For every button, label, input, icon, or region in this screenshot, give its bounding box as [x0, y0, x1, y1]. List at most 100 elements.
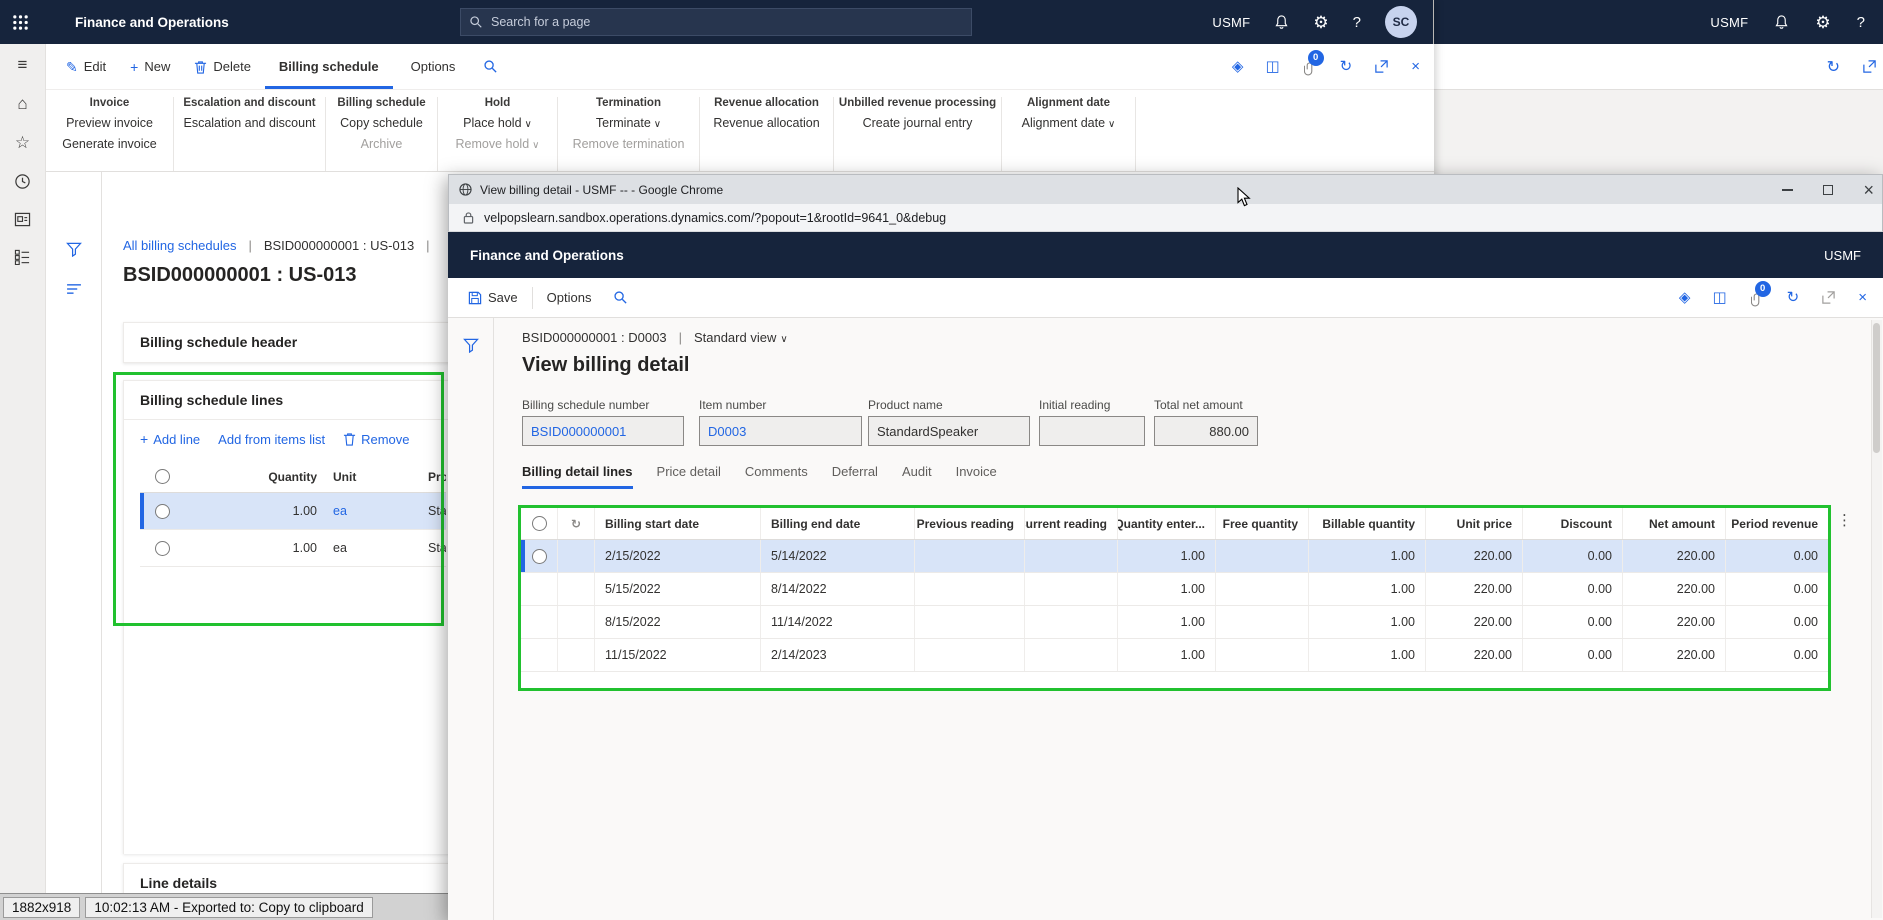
filter-funnel-icon[interactable] — [65, 242, 82, 257]
cell[interactable] — [1025, 606, 1118, 638]
cell[interactable] — [915, 573, 1025, 605]
cell[interactable]: 8/14/2022 — [761, 573, 915, 605]
column-header[interactable]: Product name — [420, 470, 446, 484]
tab-billing-detail-lines[interactable]: Billing detail lines — [522, 464, 633, 489]
modules-list-icon[interactable] — [14, 249, 31, 265]
company-badge[interactable]: USMF — [1710, 15, 1748, 30]
tab-price-detail[interactable]: Price detail — [657, 464, 721, 489]
page-search-box[interactable] — [460, 8, 972, 36]
view-selector[interactable]: Standard view ∨ — [694, 330, 788, 345]
settings-gear-icon[interactable]: ⚙ — [1313, 14, 1328, 31]
cell[interactable]: 0.00 — [1523, 639, 1623, 671]
home-icon[interactable]: ⌂ — [17, 95, 27, 112]
help-icon[interactable]: ? — [1857, 14, 1865, 31]
table-row[interactable]: 1.00 ea StandardSpeaker — [140, 493, 446, 530]
cell[interactable]: 1.00 — [1118, 606, 1216, 638]
column-header[interactable]: Current reading — [1025, 508, 1118, 539]
tab-billing-schedule[interactable]: Billing schedule — [265, 44, 393, 89]
cell[interactable] — [1025, 540, 1118, 572]
app-launcher-waffle-icon[interactable] — [12, 14, 29, 31]
create-journal-entry-button[interactable]: Create journal entry — [863, 116, 973, 130]
tab-options[interactable]: Options — [547, 290, 592, 305]
recent-clock-icon[interactable] — [14, 173, 31, 190]
cell-quantity[interactable]: 1.00 — [185, 504, 325, 518]
column-header[interactable]: Billing end date — [761, 508, 915, 539]
scrollbar[interactable] — [1871, 320, 1882, 918]
cell[interactable]: 220.00 — [1426, 639, 1523, 671]
column-header[interactable]: Discount — [1523, 508, 1623, 539]
refresh-icon[interactable]: ↻ — [1340, 59, 1353, 74]
tab-comments[interactable]: Comments — [745, 464, 808, 489]
tab-deferral[interactable]: Deferral — [832, 464, 878, 489]
cell[interactable]: 11/15/2022 — [595, 639, 761, 671]
cell-quantity[interactable]: 1.00 — [185, 541, 325, 555]
table-row[interactable]: 11/15/2022 2/14/2023 1.00 1.00 220.00 0.… — [521, 639, 1828, 672]
settings-gear-icon[interactable]: ⚙ — [1815, 14, 1830, 31]
cell-product[interactable]: StandardSpeaker — [420, 504, 446, 518]
cell[interactable]: 1.00 — [1309, 540, 1426, 572]
field-value[interactable]: 880.00 — [1154, 416, 1258, 446]
refresh-icon[interactable]: ↻ — [558, 508, 595, 539]
cell[interactable] — [1025, 573, 1118, 605]
column-header[interactable]: Previous reading — [915, 508, 1025, 539]
cell[interactable] — [1216, 606, 1309, 638]
personalize-diamond-icon[interactable]: ◈ — [1232, 59, 1244, 74]
popup-title-bar[interactable]: View billing detail - USMF -- - Google C… — [448, 174, 1883, 207]
cell[interactable]: 0.00 — [1726, 573, 1828, 605]
field-value[interactable] — [1039, 416, 1145, 446]
scrollbar-thumb[interactable] — [1873, 323, 1880, 453]
add-from-items-list-button[interactable]: Add from items list — [218, 432, 325, 447]
open-in-new-window-icon[interactable] — [1374, 59, 1389, 74]
escalation-and-discount-button[interactable]: Escalation and discount — [183, 116, 315, 130]
table-row[interactable]: 5/15/2022 8/14/2022 1.00 1.00 220.00 0.0… — [521, 573, 1828, 606]
workspaces-icon[interactable] — [14, 212, 31, 227]
new-button[interactable]: + New — [120, 44, 180, 89]
cell[interactable] — [1025, 639, 1118, 671]
attachments-icon[interactable]: 0 — [1749, 280, 1771, 307]
cell-product[interactable]: StandardSpeaker — [420, 541, 446, 555]
refresh-icon[interactable]: ↻ — [1787, 290, 1800, 305]
cell[interactable]: 1.00 — [1309, 573, 1426, 605]
search-input[interactable] — [491, 15, 963, 29]
cell[interactable]: 5/15/2022 — [595, 573, 761, 605]
more-options-dots-icon[interactable]: ⋮ — [1837, 511, 1852, 529]
column-header[interactable]: Billable quantity — [1309, 508, 1426, 539]
remove-button[interactable]: Remove — [343, 432, 410, 447]
cell[interactable]: 0.00 — [1523, 606, 1623, 638]
cell[interactable]: 220.00 — [1426, 540, 1523, 572]
row-radio[interactable] — [155, 503, 170, 519]
tab-invoice[interactable]: Invoice — [956, 464, 997, 489]
cell[interactable]: 8/15/2022 — [595, 606, 761, 638]
cell[interactable]: 220.00 — [1623, 573, 1726, 605]
nav-hamburger-icon[interactable]: ≡ — [18, 56, 28, 73]
save-button[interactable]: Save — [468, 290, 518, 305]
place-hold-button[interactable]: Place hold ∨ — [463, 116, 532, 130]
attachments-icon[interactable]: 0 — [1302, 49, 1324, 76]
bell-icon[interactable] — [1274, 14, 1289, 31]
avatar[interactable]: SC — [1385, 6, 1417, 38]
cell[interactable]: 220.00 — [1623, 540, 1726, 572]
column-header[interactable]: Unit price — [1426, 508, 1523, 539]
field-value[interactable]: BSID000000001 — [522, 416, 684, 446]
close-icon[interactable]: × — [1863, 181, 1874, 199]
cell-unit[interactable]: ea — [325, 504, 420, 518]
cell[interactable]: 0.00 — [1523, 540, 1623, 572]
tab-options[interactable]: Options — [397, 44, 470, 89]
column-header[interactable]: Net amount — [1623, 508, 1726, 539]
action-search-icon[interactable] — [483, 59, 498, 74]
bell-icon[interactable] — [1774, 14, 1789, 31]
column-header[interactable]: Period revenue — [1726, 508, 1828, 539]
cell[interactable]: 1.00 — [1118, 540, 1216, 572]
cell[interactable]: 1.00 — [1118, 573, 1216, 605]
cell[interactable] — [915, 639, 1025, 671]
cell[interactable] — [915, 540, 1025, 572]
cell-unit[interactable]: ea — [325, 541, 420, 555]
select-all-radio[interactable] — [155, 469, 170, 484]
terminate-button[interactable]: Terminate ∨ — [596, 116, 661, 130]
cell[interactable]: 2/15/2022 — [595, 540, 761, 572]
select-all-radio[interactable] — [531, 516, 547, 531]
open-side-pane-icon[interactable]: ◫ — [1712, 290, 1726, 305]
open-side-pane-icon[interactable]: ◫ — [1265, 59, 1279, 74]
cell[interactable]: 2/14/2023 — [761, 639, 915, 671]
add-line-button[interactable]: + Add line — [140, 431, 200, 447]
